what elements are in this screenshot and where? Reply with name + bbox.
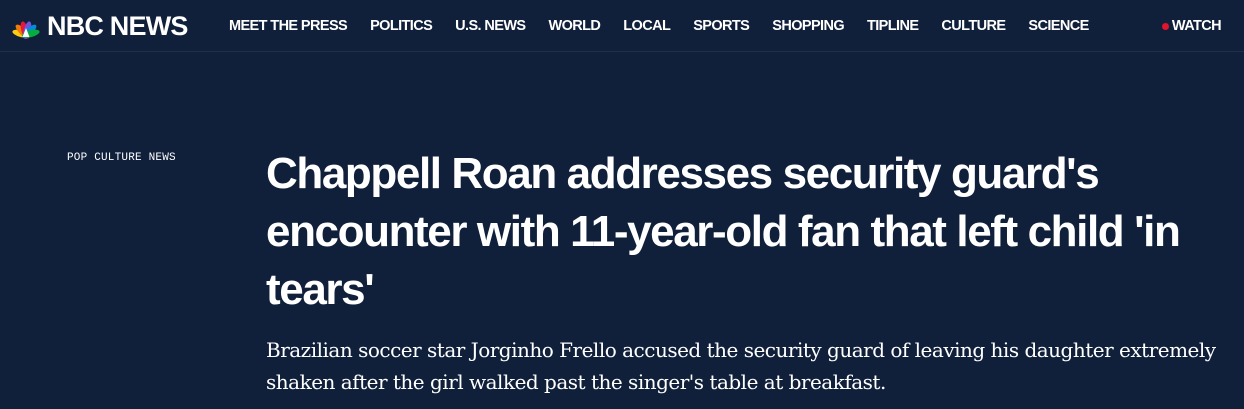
nav-item-us-news[interactable]: U.S. NEWS xyxy=(455,18,526,34)
category-label[interactable]: POP CULTURE NEWS xyxy=(67,152,176,164)
nav-item-tipline[interactable]: TIPLINE xyxy=(867,18,919,34)
nav-item-world[interactable]: WORLD xyxy=(549,18,601,34)
nav-item-politics[interactable]: POLITICS xyxy=(370,18,433,34)
article-headline: Chappell Roan addresses security guard's… xyxy=(266,149,1181,314)
nav-item-local[interactable]: LOCAL xyxy=(623,18,671,34)
watch-live-link[interactable]: WATCH xyxy=(1161,0,1222,52)
live-dot-icon xyxy=(1161,22,1169,30)
nav-item-culture[interactable]: CULTURE xyxy=(941,18,1006,34)
nbc-news-logo[interactable]: NBC NEWS xyxy=(8,11,188,41)
watch-label: WATCH xyxy=(1171,18,1222,34)
logo-text: NBC NEWS xyxy=(47,11,188,41)
top-navigation-bar: NBC NEWS MEET THE PRESS POLITICS U.S. NE… xyxy=(0,0,1244,52)
section-nav: MEET THE PRESS POLITICS U.S. NEWS WORLD … xyxy=(229,0,1112,52)
nav-item-sports[interactable]: SPORTS xyxy=(693,18,750,34)
peacock-icon xyxy=(8,13,44,39)
nav-item-shopping[interactable]: SHOPPING xyxy=(772,18,844,34)
article-dek: Brazilian soccer star Jorginho Frello ac… xyxy=(266,338,1216,394)
nav-item-science[interactable]: SCIENCE xyxy=(1028,18,1089,34)
nav-item-meet-the-press[interactable]: MEET THE PRESS xyxy=(229,18,348,34)
